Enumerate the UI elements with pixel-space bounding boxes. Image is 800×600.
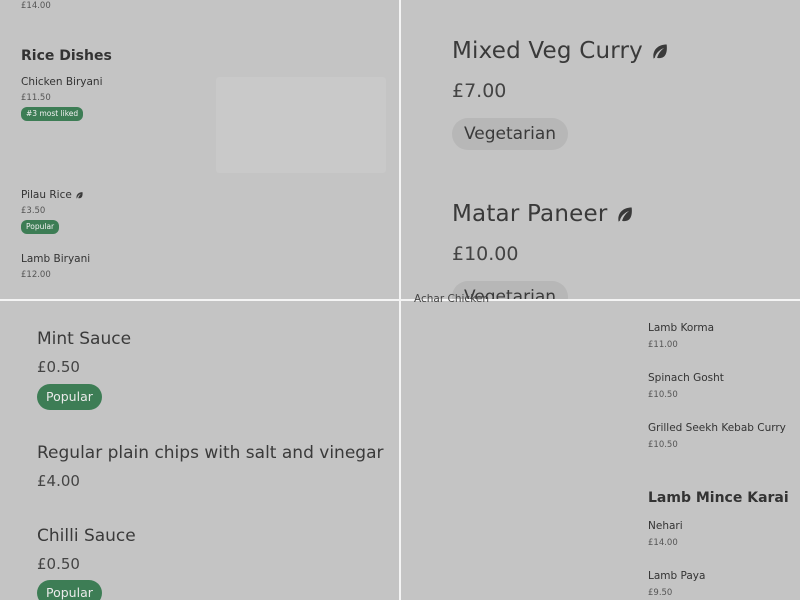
item-price: £10.00 [452, 243, 519, 265]
item-price: £4.00 [37, 472, 80, 490]
most-liked-badge: #3 most liked [21, 107, 84, 121]
item-name: Lamb Korma [648, 322, 715, 334]
item-name: Mint Sauce [37, 329, 132, 349]
item-price: £9.50 [648, 588, 673, 598]
panel-veg-curries-zoomed: Mixed Veg Curry £7.00 Vegetarian Matar P… [401, 0, 800, 299]
menu-item-pilau-rice[interactable]: Pilau Rice £3.50 Popular [0, 184, 399, 240]
item-price: £3.50 [21, 206, 46, 216]
menu-item-mint-sauce[interactable]: Mint Sauce £0.50 Popular [0, 329, 399, 413]
section-title: Rice Dishes [21, 48, 112, 64]
item-name-wrap: Mixed Veg Curry [452, 38, 670, 64]
item-name: Chicken Biryani [21, 76, 103, 88]
panel-sauces-zoomed: Mint Sauce £0.50 Popular Regular plain c… [0, 301, 399, 600]
item-price: £12.00 [21, 270, 51, 280]
item-name-wrap: Pilau Rice [21, 189, 84, 201]
item-name: Chilli Sauce [37, 526, 136, 546]
popular-badge: Popular [37, 384, 102, 410]
item-price: £14.00 [648, 538, 678, 548]
item-name: Lamb Paya [648, 570, 706, 582]
item-price: £7.00 [452, 80, 507, 102]
item-image [216, 77, 386, 173]
section-title: Lamb Mince Karai [648, 490, 789, 506]
popular-badge: Popular [21, 220, 60, 234]
item-price: £11.00 [648, 340, 678, 350]
cut-off-item-name: Achar Chicken [414, 293, 490, 305]
item-name: Nehari [648, 520, 683, 532]
menu-item-matar-paneer[interactable]: Matar Paneer £10.00 Vegetarian [401, 197, 800, 299]
menu-item-lamb-biryani[interactable]: Lamb Biryani £12.00 [0, 248, 399, 288]
menu-item-mixed-veg-curry[interactable]: Mixed Veg Curry £7.00 Vegetarian [401, 34, 800, 164]
menu-item-lamb-korma[interactable]: Lamb Korma £11.00 [648, 319, 798, 359]
vegetarian-tag: Vegetarian [452, 118, 569, 150]
item-name: Pilau Rice [21, 189, 72, 201]
item-name-wrap: Matar Paneer [452, 201, 635, 227]
menu-item-nehari[interactable]: Nehari £14.00 [648, 517, 798, 557]
leaf-icon [653, 44, 668, 59]
menu-item-spinach-gosht[interactable]: Spinach Gosht £10.50 [648, 369, 798, 409]
leaf-icon [618, 207, 632, 222]
popular-badge: Popular [37, 580, 102, 600]
item-name: Lamb Biryani [21, 253, 91, 265]
panel-lamb-dishes: Lamb Korma £11.00 Spinach Gosht £10.50 G… [401, 301, 800, 600]
leaf-icon [76, 191, 83, 198]
item-price: £11.50 [21, 93, 51, 103]
item-price: £14.00 [21, 1, 51, 11]
item-price: £0.50 [37, 555, 80, 573]
item-name: Grilled Seekh Kebab Curry [648, 422, 786, 434]
item-price: £0.50 [37, 358, 80, 376]
menu-item-chicken-biryani[interactable]: Chicken Biryani £11.50 #3 most liked [0, 72, 399, 176]
item-name: Spinach Gosht [648, 372, 724, 384]
menu-item-chilli-sauce[interactable]: Chilli Sauce £0.50 Popular [0, 526, 399, 600]
item-price: £10.50 [648, 390, 678, 400]
panel-rice-dishes: £14.00 Rice Dishes Chicken Biryani £11.5… [0, 0, 399, 299]
menu-item-grilled-seekh-kebab-curry[interactable]: Grilled Seekh Kebab Curry £10.50 [648, 419, 798, 459]
menu-item-lamb-paya[interactable]: Lamb Paya £9.50 [648, 567, 798, 600]
item-name: Matar Paneer [452, 201, 608, 227]
item-name: Mixed Veg Curry [452, 38, 643, 64]
menu-item-regular-chips[interactable]: Regular plain chips with salt and vinega… [0, 443, 399, 499]
horizontal-divider [0, 299, 800, 301]
item-name: Regular plain chips with salt and vinega… [37, 443, 384, 463]
item-price: £10.50 [648, 440, 678, 450]
